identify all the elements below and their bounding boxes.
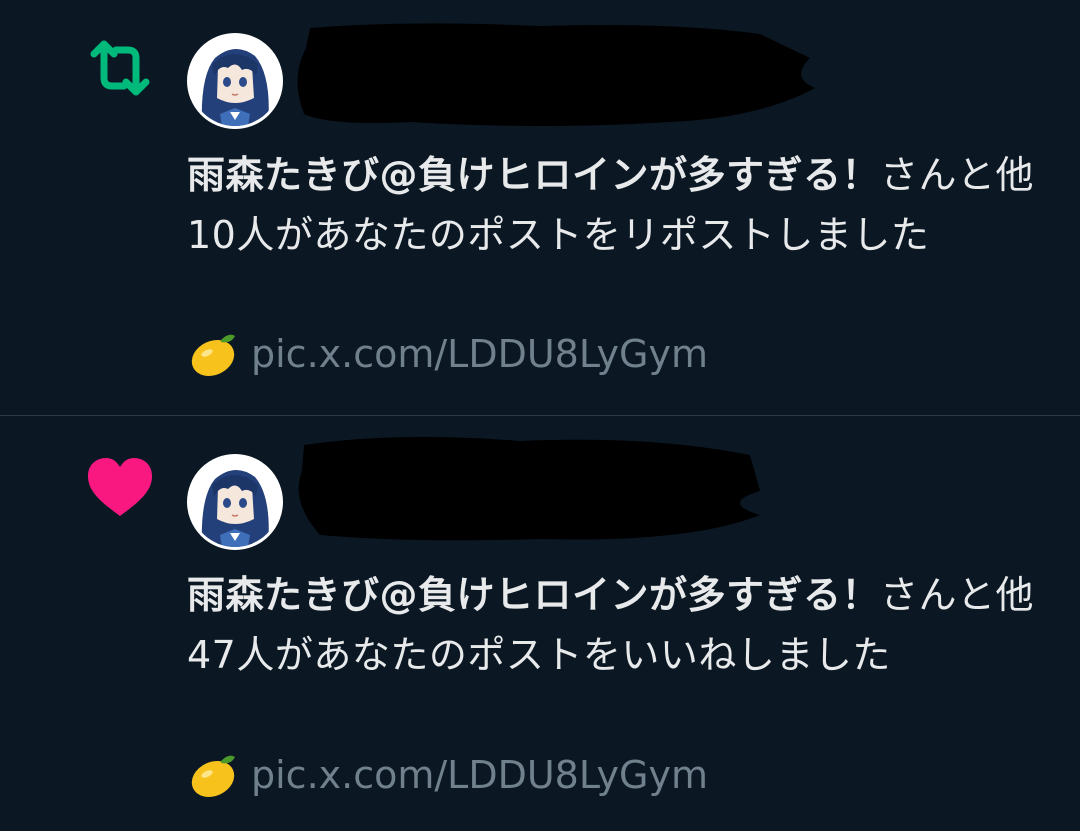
avatar[interactable] — [187, 454, 283, 550]
heart-icon — [88, 458, 152, 516]
notification-message: 雨森たきび@負けヒロインが多すぎる！さんと他10人があなたのポストをリポストしま… — [187, 145, 1057, 265]
avatar-illustration — [190, 36, 280, 126]
redacted-username — [297, 23, 815, 126]
notification-repost[interactable]: 雨森たきび@負けヒロインが多すぎる！さんと他10人があなたのポストをリポストしま… — [0, 0, 1080, 416]
actor-name[interactable]: 雨森たきび@負けヒロインが多すぎる！ — [187, 153, 880, 197]
redacted-username — [298, 436, 760, 541]
avatar-illustration — [190, 457, 280, 547]
lemon-icon — [191, 334, 235, 376]
post-preview[interactable]: pic.x.com/LDDU8LyGym — [187, 326, 708, 382]
preview-link[interactable]: pic.x.com/LDDU8LyGym — [251, 753, 708, 797]
preview-link[interactable]: pic.x.com/LDDU8LyGym — [251, 332, 708, 376]
lemon-icon — [191, 755, 235, 797]
repost-icon — [90, 40, 150, 96]
notification-message: 雨森たきび@負けヒロインが多すぎる！さんと他47人があなたのポストをいいねしまし… — [187, 565, 1057, 685]
post-preview[interactable]: pic.x.com/LDDU8LyGym — [187, 747, 708, 803]
notification-like[interactable]: 雨森たきび@負けヒロインが多すぎる！さんと他47人があなたのポストをいいねしまし… — [0, 417, 1080, 831]
avatar[interactable] — [187, 33, 283, 129]
actor-name[interactable]: 雨森たきび@負けヒロインが多すぎる！ — [187, 573, 880, 617]
